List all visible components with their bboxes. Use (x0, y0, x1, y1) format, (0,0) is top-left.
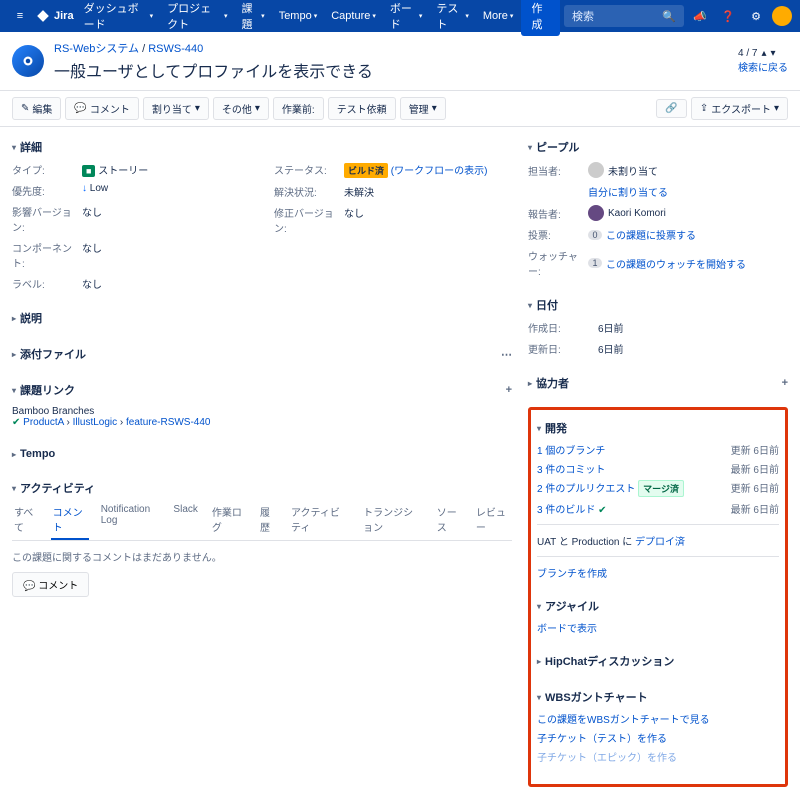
nav-more[interactable]: More ▾ (477, 0, 520, 36)
collab-header[interactable]: ▸協力者+ (528, 371, 788, 395)
settings-icon[interactable]: ⚙ (744, 4, 768, 28)
unassigned-avatar (588, 162, 604, 178)
attach-more-icon[interactable]: ⋯ (501, 348, 512, 361)
comments-empty: この課題に関するコメントはまだありません。 (12, 541, 512, 572)
issue-title: 一般ユーザとしてプロファイルを表示できる (54, 58, 373, 82)
prs-link[interactable]: 2 件のプルリクエスト (537, 484, 635, 495)
tab-reviews[interactable]: レビュー (474, 500, 512, 540)
links-header[interactable]: ▾課題リンク+ (12, 378, 512, 402)
attachments-header[interactable]: ▸添付ファイル⋯ (12, 342, 512, 366)
edit-button[interactable]: ✎ 編集 (12, 97, 61, 120)
highlighted-region: ▾開発 1 個のブランチ更新 6日前 3 件のコミット最新 6日前 2 件のプル… (528, 407, 788, 787)
tab-comments[interactable]: コメント (51, 500, 89, 540)
top-menu: ダッシュボード ▾ プロジェクト ▾ 課題 ▾ Tempo ▾ Capture … (78, 0, 560, 36)
app-switcher-icon[interactable]: ≡ (8, 4, 32, 28)
comment-button[interactable]: 💬 コメント (65, 97, 138, 120)
dates-header[interactable]: ▾日付 (528, 293, 788, 317)
bamboo-path3[interactable]: feature-RSWS-440 (126, 417, 210, 428)
project-avatar[interactable] (12, 45, 44, 77)
hipchat-header[interactable]: ▸HipChatディスカッション (537, 649, 779, 673)
other-button[interactable]: その他 ▾ (213, 97, 269, 120)
watch-link[interactable]: この課題のウォッチを開始する (606, 256, 746, 271)
deploy-link[interactable]: デプロイ済 (635, 537, 685, 548)
nav-dashboards[interactable]: ダッシュボード ▾ (78, 0, 160, 36)
nav-tempo[interactable]: Tempo ▾ (273, 0, 324, 36)
build-success-icon: ✔ (12, 417, 20, 428)
pager-down-icon[interactable]: ▾ (771, 48, 776, 59)
builds-link[interactable]: 3 件のビルド (537, 505, 595, 516)
description-header[interactable]: ▸説明 (12, 306, 512, 330)
wbs-child-epic-link[interactable]: 子チケット（エピック）を作る (537, 749, 779, 764)
nav-test[interactable]: テスト ▾ (430, 0, 474, 36)
breadcrumb: RS-Webシステム / RSWS-440 (54, 40, 373, 56)
details-header[interactable]: ▾詳細 (12, 135, 512, 159)
wbs-view-link[interactable]: この課題をWBSガントチャートで見る (537, 711, 779, 726)
workflow-link[interactable]: (ワークフローの表示) (391, 166, 488, 177)
reporter-avatar (588, 205, 604, 221)
search-icon: 🔍 (662, 10, 676, 23)
export-button[interactable]: ⇪ エクスポート ▾ (691, 97, 788, 120)
dev-header[interactable]: ▾開発 (537, 416, 779, 440)
bamboo-path1[interactable]: ProductA (23, 417, 64, 428)
feedback-icon[interactable]: 📣 (688, 4, 712, 28)
add-collab-icon[interactable]: + (782, 377, 788, 389)
tab-activity[interactable]: アクティビティ (289, 500, 351, 540)
pager-up-icon[interactable]: ▴ (761, 48, 766, 59)
build-ok-icon: ✔ (598, 505, 606, 516)
priority-low-icon: ↓ (82, 183, 87, 194)
nav-projects[interactable]: プロジェクト ▾ (161, 0, 233, 36)
user-avatar[interactable] (772, 6, 792, 26)
activity-tabs: すべて コメント Notification Log Slack 作業ログ 履歴 … (12, 500, 512, 541)
nav-boards[interactable]: ボード ▾ (384, 0, 428, 36)
issue-key-link[interactable]: RSWS-440 (148, 43, 203, 55)
manage-button[interactable]: 管理 ▾ (400, 97, 446, 120)
search-input[interactable]: 検索 🔍 (564, 5, 684, 27)
tab-transitions[interactable]: トランジション (361, 500, 425, 540)
watchers-badge: 1 (588, 258, 602, 268)
branch-link[interactable]: 1 個のブランチ (537, 442, 731, 457)
create-button[interactable]: 作成 (521, 0, 560, 36)
workflow-pre[interactable]: 作業前: (273, 97, 324, 120)
tab-worklog[interactable]: 作業ログ (210, 500, 248, 540)
tempo-header[interactable]: ▸Tempo (12, 444, 512, 464)
help-icon[interactable]: ❓ (716, 4, 740, 28)
tab-all[interactable]: すべて (12, 500, 41, 540)
add-link-icon[interactable]: + (506, 384, 512, 396)
status-badge: ビルド済 (344, 163, 388, 178)
vote-link[interactable]: この課題に投票する (606, 227, 696, 242)
bamboo-label: Bamboo Branches (12, 406, 512, 417)
tab-slack[interactable]: Slack (171, 500, 199, 540)
jira-logo[interactable]: Jira (36, 9, 74, 23)
board-link[interactable]: ボードで表示 (537, 620, 779, 635)
bamboo-path2[interactable]: IllustLogic (73, 417, 117, 428)
back-to-search-link[interactable]: 検索に戻る (738, 63, 788, 74)
people-header[interactable]: ▾ピープル (528, 135, 788, 159)
votes-badge: 0 (588, 230, 602, 240)
project-link[interactable]: RS-Webシステム (54, 43, 139, 55)
merged-badge: マージ済 (638, 480, 684, 497)
nav-capture[interactable]: Capture ▾ (325, 0, 382, 36)
wbs-header[interactable]: ▾WBSガントチャート (537, 685, 779, 709)
share-button[interactable]: 🔗 (656, 99, 686, 118)
issue-pager: 4 / 7 ▴ ▾ (738, 48, 788, 59)
assign-button[interactable]: 割り当て ▾ (143, 97, 209, 120)
activity-header[interactable]: ▾アクティビティ (12, 476, 512, 500)
assign-to-me-link[interactable]: 自分に割り当てる (588, 184, 668, 199)
tab-notification[interactable]: Notification Log (99, 500, 162, 540)
story-icon: ■ (82, 165, 95, 177)
agile-header[interactable]: ▾アジャイル (537, 594, 779, 618)
wbs-child-test-link[interactable]: 子チケット（テスト）を作る (537, 730, 779, 745)
tab-source[interactable]: ソース (435, 500, 464, 540)
commits-link[interactable]: 3 件のコミット (537, 461, 731, 476)
tab-history[interactable]: 履歴 (258, 500, 279, 540)
workflow-testreq[interactable]: テスト依頼 (328, 97, 396, 120)
add-comment-button[interactable]: 💬 コメント (12, 572, 89, 597)
nav-issues[interactable]: 課題 ▾ (235, 0, 270, 36)
